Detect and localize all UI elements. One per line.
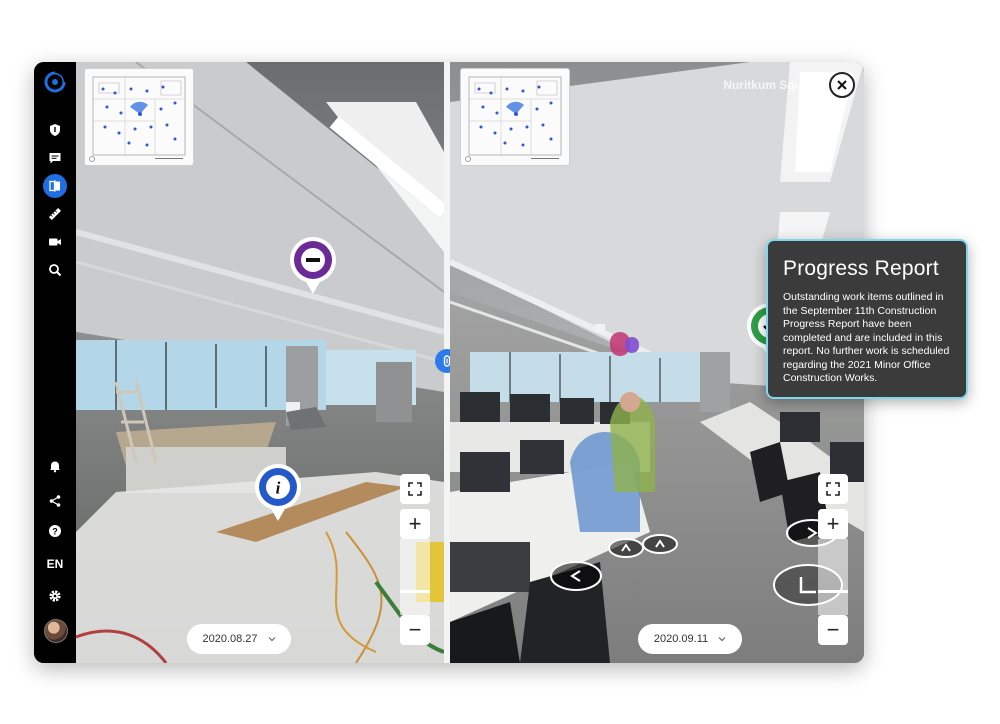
info-pin[interactable]: i: [253, 463, 303, 523]
right-date-selector[interactable]: 2020.09.11: [638, 624, 742, 654]
search-icon[interactable]: [43, 258, 67, 282]
right-minimap[interactable]: [460, 68, 570, 166]
progress-report-card: Progress Report Outstanding work items o…: [766, 239, 968, 399]
right-zoom-thumb[interactable]: [818, 590, 848, 593]
language-selector[interactable]: EN: [34, 557, 76, 571]
avatar[interactable]: [44, 619, 68, 643]
right-zoom-in-button[interactable]: +: [818, 509, 848, 539]
left-zoom-thumb[interactable]: [400, 590, 430, 593]
right-zoom-control: + −: [818, 509, 848, 645]
left-zoom-out-button[interactable]: −: [400, 615, 430, 645]
left-date-label: 2020.08.27: [202, 633, 258, 645]
app-logo[interactable]: [43, 70, 67, 94]
bell-icon[interactable]: [43, 454, 67, 478]
nav-arrow-cluster[interactable]: [550, 514, 700, 594]
left-zoom-slider[interactable]: [400, 539, 430, 615]
left-date-selector[interactable]: 2020.08.27: [187, 624, 291, 654]
help-icon[interactable]: ?: [43, 519, 67, 543]
right-date-label: 2020.09.11: [653, 633, 709, 645]
shield-icon[interactable]: [43, 118, 67, 142]
close-button[interactable]: [829, 72, 855, 98]
comment-icon[interactable]: [43, 146, 67, 170]
right-fullscreen-button[interactable]: [818, 474, 848, 504]
left-minimap[interactable]: [84, 68, 194, 166]
share-icon[interactable]: [43, 489, 67, 513]
left-zoom-in-button[interactable]: +: [400, 509, 430, 539]
left-zoom-control: + −: [400, 509, 430, 645]
viewer-window: ? EN i + − 2020.08.27 Nuritkum Square + …: [34, 62, 864, 663]
report-body: Outstanding work items outlined in the S…: [783, 291, 950, 384]
left-fullscreen-button[interactable]: [400, 474, 430, 504]
sidebar: ? EN: [34, 62, 76, 663]
report-title: Progress Report: [783, 257, 939, 280]
video-icon[interactable]: [43, 230, 67, 254]
left-panorama[interactable]: i + − 2020.08.27: [76, 62, 444, 663]
settings-icon[interactable]: [43, 584, 67, 608]
right-zoom-out-button[interactable]: −: [818, 615, 848, 645]
svg-text:?: ?: [52, 526, 58, 536]
location-title: Nuritkum Square: [723, 78, 820, 92]
svg-text:i: i: [276, 479, 281, 498]
close-icon: [837, 80, 847, 90]
compare-icon[interactable]: [43, 174, 67, 198]
chevron-down-icon: [718, 637, 726, 642]
right-zoom-slider[interactable]: [818, 539, 848, 615]
issue-pin-minus[interactable]: [288, 236, 338, 296]
chevron-down-icon: [268, 637, 275, 642]
ruler-icon[interactable]: [43, 202, 67, 226]
